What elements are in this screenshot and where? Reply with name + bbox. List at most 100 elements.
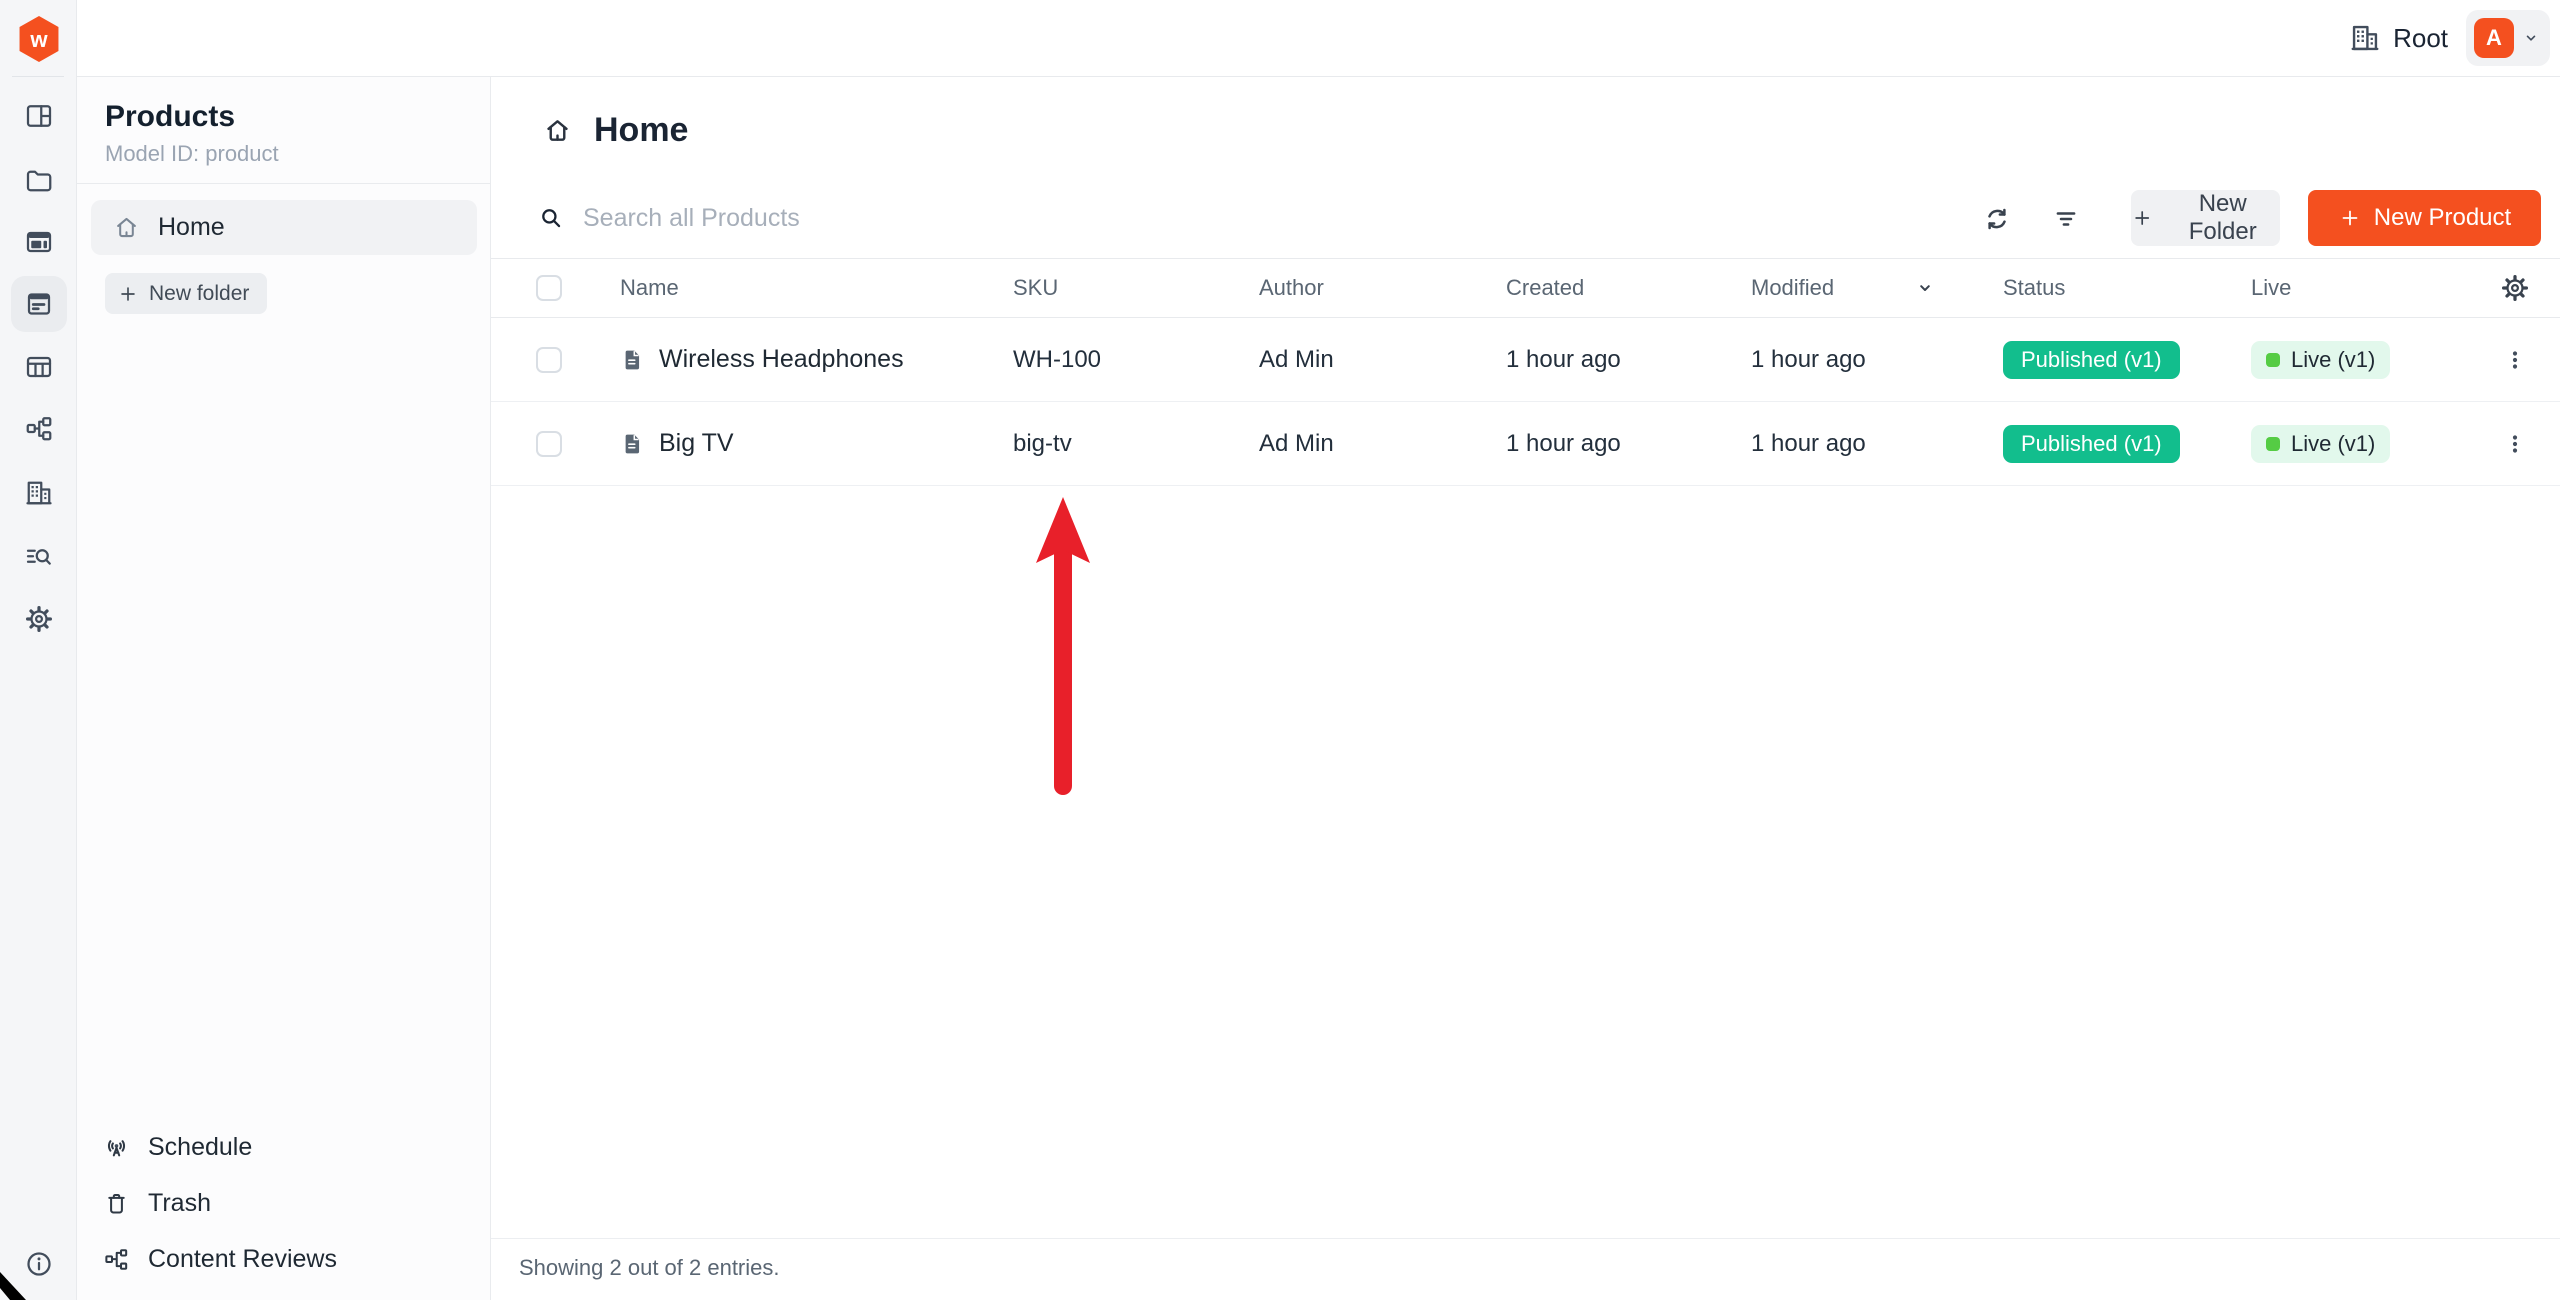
annotation-arrow-up-icon: [1028, 497, 1098, 797]
rail-item-audit-logs[interactable]: [11, 529, 67, 585]
filter-button[interactable]: [2047, 200, 2085, 238]
status-badge: Published (v1): [2003, 425, 2180, 463]
model-id-label: Model ID: product: [105, 141, 279, 167]
document-icon: [620, 347, 646, 373]
sidebar-new-folder-button[interactable]: New folder: [105, 273, 267, 314]
toolbar: New Folder New Product: [491, 190, 2560, 246]
sidebar-item-trash-label: Trash: [148, 1189, 211, 1218]
sidebar-item-content-reviews[interactable]: Content Reviews: [77, 1231, 490, 1287]
entry-sku: big-tv: [1013, 430, 1259, 458]
kebab-menu-icon: [2501, 346, 2529, 374]
sidebar: Products Model ID: product Home New fold…: [77, 77, 491, 1300]
column-header-author: Author: [1259, 275, 1506, 301]
entry-created: 1 hour ago: [1506, 346, 1751, 374]
new-folder-button[interactable]: New Folder: [2131, 190, 2280, 246]
webiny-hexagon-icon: w: [16, 14, 62, 64]
rail-item-tenants[interactable]: [11, 465, 67, 521]
rail-item-files[interactable]: [11, 152, 67, 208]
refresh-button[interactable]: [1978, 200, 2016, 238]
tenant-selector[interactable]: Root: [2349, 22, 2448, 54]
gear-icon: [2500, 273, 2530, 303]
search-input[interactable]: [583, 196, 1403, 240]
filter-icon: [2051, 204, 2081, 234]
app-rail: w: [0, 0, 77, 1300]
folder-icon: [24, 165, 54, 195]
column-header-live: Live: [2251, 275, 2483, 301]
column-header-status: Status: [2003, 275, 2251, 301]
rail-item-dashboard[interactable]: [11, 88, 67, 144]
rail-divider: [12, 76, 64, 77]
broadcast-icon: [103, 1134, 130, 1161]
table-icon: [24, 352, 54, 382]
flow-nodes-icon: [103, 1246, 130, 1273]
row-checkbox[interactable]: [536, 347, 562, 373]
building-icon: [24, 478, 54, 508]
rail-item-workflows[interactable]: [11, 401, 67, 457]
live-badge: Live (v1): [2251, 425, 2390, 463]
plus-icon: [2338, 206, 2362, 230]
column-header-sku: SKU: [1013, 275, 1259, 301]
flow-icon: [24, 414, 54, 444]
sidebar-divider: [77, 183, 490, 184]
sidebar-item-content-reviews-label: Content Reviews: [148, 1245, 337, 1274]
document-icon: [620, 431, 646, 457]
table-row[interactable]: Wireless Headphones WH-100 Ad Min 1 hour…: [491, 318, 2560, 402]
column-settings-button[interactable]: [2497, 270, 2533, 306]
entry-name: Big TV: [659, 429, 734, 458]
row-menu-button[interactable]: [2497, 342, 2533, 378]
entry-modified: 1 hour ago: [1751, 346, 2003, 374]
row-menu-button[interactable]: [2497, 426, 2533, 462]
entry-sku: WH-100: [1013, 346, 1259, 374]
webiny-logo[interactable]: w: [13, 10, 65, 68]
refresh-icon: [1982, 204, 2012, 234]
page-card-icon: [24, 227, 54, 257]
kebab-menu-icon: [2501, 430, 2529, 458]
search-icon: [537, 204, 564, 231]
app-window: w: [0, 0, 2560, 1300]
new-product-button-label: New Product: [2374, 204, 2511, 232]
gear-icon: [24, 604, 54, 634]
sidebar-title: Products: [105, 100, 235, 134]
live-dot-icon: [2266, 437, 2280, 451]
svg-text:w: w: [29, 27, 48, 52]
column-header-modified: Modified: [1751, 275, 1834, 301]
rail-item-headless-cms[interactable]: [11, 276, 67, 332]
sidebar-item-schedule[interactable]: Schedule: [77, 1119, 490, 1175]
entries-summary: Showing 2 out of 2 entries.: [491, 1238, 2560, 1281]
sidebar-item-home[interactable]: Home: [91, 200, 477, 255]
sidebar-item-home-label: Home: [158, 213, 225, 242]
table-header-row: Name SKU Author Created Modified Status …: [491, 258, 2560, 318]
entry-author: Ad Min: [1259, 346, 1506, 374]
entry-created: 1 hour ago: [1506, 430, 1751, 458]
rail-item-settings[interactable]: [11, 591, 67, 647]
live-dot-icon: [2266, 353, 2280, 367]
entry-author: Ad Min: [1259, 430, 1506, 458]
sort-chevron-down-icon[interactable]: [1913, 276, 1937, 300]
sidebar-new-folder-label: New folder: [149, 282, 249, 306]
page-header: Home: [543, 111, 688, 150]
entry-form-icon: [24, 289, 54, 319]
sidebar-footer-nav: Schedule Trash Content Reviews: [77, 1119, 490, 1287]
entry-name: Wireless Headphones: [659, 345, 904, 374]
live-badge-label: Live (v1): [2291, 347, 2375, 373]
building-icon: [2349, 22, 2381, 54]
entry-modified: 1 hour ago: [1751, 430, 2003, 458]
rail-item-pages[interactable]: [11, 214, 67, 270]
page-title: Home: [594, 111, 688, 150]
select-all-checkbox[interactable]: [536, 275, 562, 301]
live-badge: Live (v1): [2251, 341, 2390, 379]
entries-table: Name SKU Author Created Modified Status …: [491, 258, 2560, 486]
row-checkbox[interactable]: [536, 431, 562, 457]
new-product-button[interactable]: New Product: [2308, 190, 2541, 246]
sidebar-item-trash[interactable]: Trash: [77, 1175, 490, 1231]
sidebar-item-schedule-label: Schedule: [148, 1133, 252, 1162]
trash-icon: [103, 1190, 130, 1217]
column-header-created: Created: [1506, 275, 1751, 301]
table-row[interactable]: Big TV big-tv Ad Min 1 hour ago 1 hour a…: [491, 402, 2560, 486]
chevron-down-icon: [2520, 27, 2542, 49]
avatar: A: [2474, 18, 2514, 58]
account-menu-button[interactable]: A: [2466, 10, 2550, 66]
plus-icon: [117, 283, 139, 305]
rail-item-structures[interactable]: [11, 339, 67, 395]
mouse-cursor: [0, 1272, 26, 1300]
